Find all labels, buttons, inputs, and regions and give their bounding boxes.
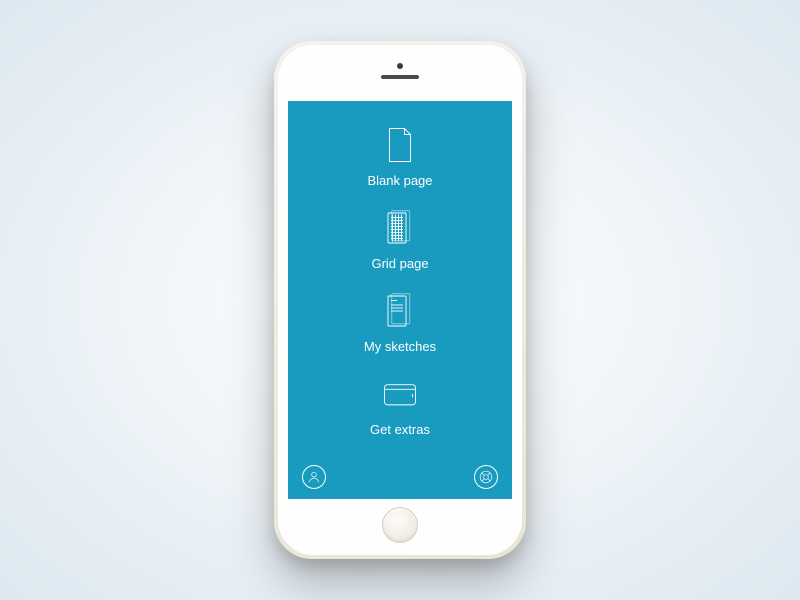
phone-body: Blank page <box>278 45 522 555</box>
menu-item-blank-page[interactable]: Blank page <box>367 123 432 188</box>
menu-item-my-sketches[interactable]: My sketches <box>364 289 436 354</box>
menu-item-label: Get extras <box>370 422 430 437</box>
home-button[interactable] <box>382 507 418 543</box>
app-screen: Blank page <box>288 101 512 499</box>
menu-item-label: Blank page <box>367 173 432 188</box>
camera-icon <box>397 63 403 69</box>
phone-sensors <box>381 63 419 79</box>
profile-icon <box>307 470 321 484</box>
menu-item-label: Grid page <box>371 256 428 271</box>
main-menu: Blank page <box>288 123 512 437</box>
phone-frame: Blank page <box>274 41 526 559</box>
menu-item-label: My sketches <box>364 339 436 354</box>
speaker-icon <box>381 75 419 79</box>
footer-bar <box>288 465 512 489</box>
profile-button[interactable] <box>302 465 326 489</box>
menu-item-get-extras[interactable]: Get extras <box>370 372 430 437</box>
extras-icon <box>378 372 422 416</box>
sketches-icon <box>378 289 422 333</box>
blank-page-icon <box>378 123 422 167</box>
grid-page-icon <box>378 206 422 250</box>
help-icon <box>479 470 493 484</box>
menu-item-grid-page[interactable]: Grid page <box>371 206 428 271</box>
help-button[interactable] <box>474 465 498 489</box>
